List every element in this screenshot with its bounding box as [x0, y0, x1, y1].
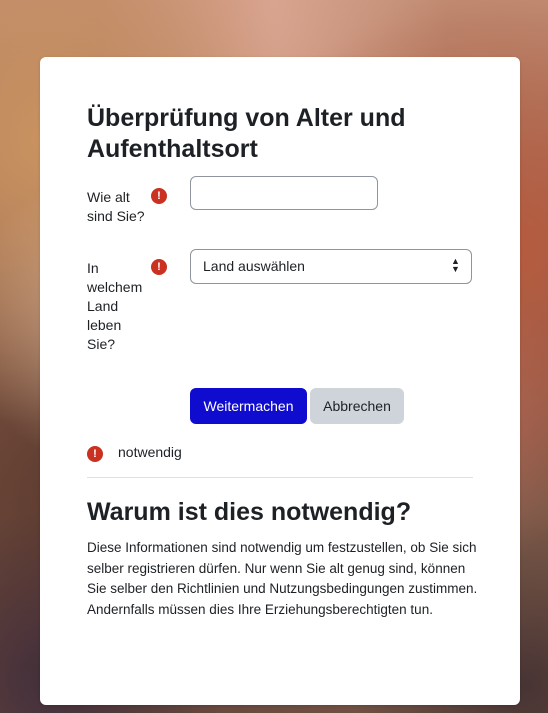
age-label: Wie alt sind Sie?: [87, 189, 145, 224]
country-select[interactable]: Land auswählen ▲ ▼: [190, 249, 472, 284]
required-icon: !: [151, 188, 167, 204]
why-heading: Warum ist dies notwendig?: [87, 498, 412, 526]
age-input[interactable]: [190, 176, 378, 210]
continue-button[interactable]: Weitermachen: [190, 388, 307, 424]
country-label: In welchem Land leben Sie?: [87, 260, 143, 352]
required-icon: !: [151, 259, 167, 275]
required-note: notwendig: [118, 444, 182, 460]
why-text: Diese Informationen sind notwendig um fe…: [87, 540, 478, 617]
cancel-button[interactable]: Abbrechen: [310, 388, 404, 424]
country-select-value: Land auswählen: [203, 258, 305, 274]
divider: [87, 477, 473, 478]
required-icon: !: [87, 446, 103, 462]
sort-arrows-icon: ▲ ▼: [451, 256, 460, 274]
page-title: Überprüfung von Alter und Aufenthaltsort: [87, 104, 406, 163]
age-location-card: Überprüfung von Alter und Aufenthaltsort…: [40, 57, 520, 705]
